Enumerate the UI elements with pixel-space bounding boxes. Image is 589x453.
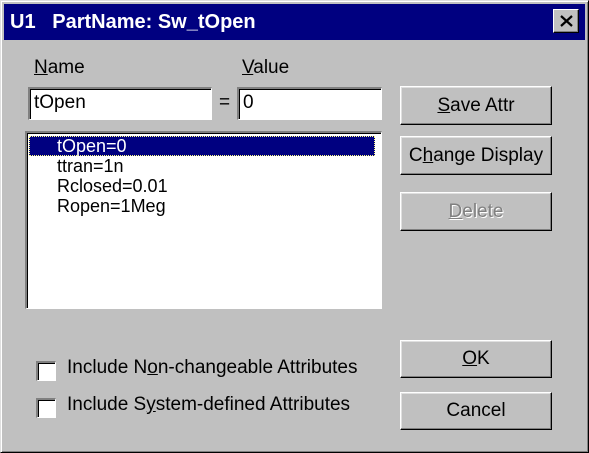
equals-sign: = (219, 92, 231, 113)
include-non-changeable-checkbox[interactable] (36, 361, 56, 381)
title-bar[interactable]: U1 PartName: Sw_tOpen (4, 4, 585, 40)
attributes-dialog: U1 PartName: Sw_tOpen Name Value tOpen =… (0, 0, 589, 453)
list-item[interactable]: ttran=1n (29, 156, 375, 176)
include-system-defined-label[interactable]: Include System-defined Attributes (67, 394, 350, 416)
delete-button[interactable]: Delete (400, 192, 552, 231)
include-system-defined-checkbox[interactable] (36, 398, 56, 418)
window-title: U1 PartName: Sw_tOpen (10, 11, 256, 33)
change-display-button[interactable]: Change Display (400, 136, 552, 175)
include-non-changeable-label[interactable]: Include Non-changeable Attributes (67, 357, 358, 379)
list-item[interactable]: Ropen=1Meg (29, 196, 375, 216)
value-input[interactable]: 0 (237, 87, 382, 120)
ok-button[interactable]: OK (400, 340, 552, 378)
name-label: Name (34, 57, 85, 78)
name-input[interactable]: tOpen (28, 87, 212, 120)
close-icon (560, 15, 573, 27)
value-label: Value (242, 57, 290, 78)
list-item[interactable]: tOpen=0 (29, 136, 375, 156)
list-item[interactable]: Rclosed=0.01 (29, 176, 375, 196)
save-attr-button[interactable]: Save Attr (400, 86, 552, 125)
cancel-button[interactable]: Cancel (400, 392, 552, 430)
close-button[interactable] (553, 9, 579, 33)
attribute-list[interactable]: tOpen=0 ttran=1n Rclosed=0.01 Ropen=1Meg (25, 131, 382, 309)
